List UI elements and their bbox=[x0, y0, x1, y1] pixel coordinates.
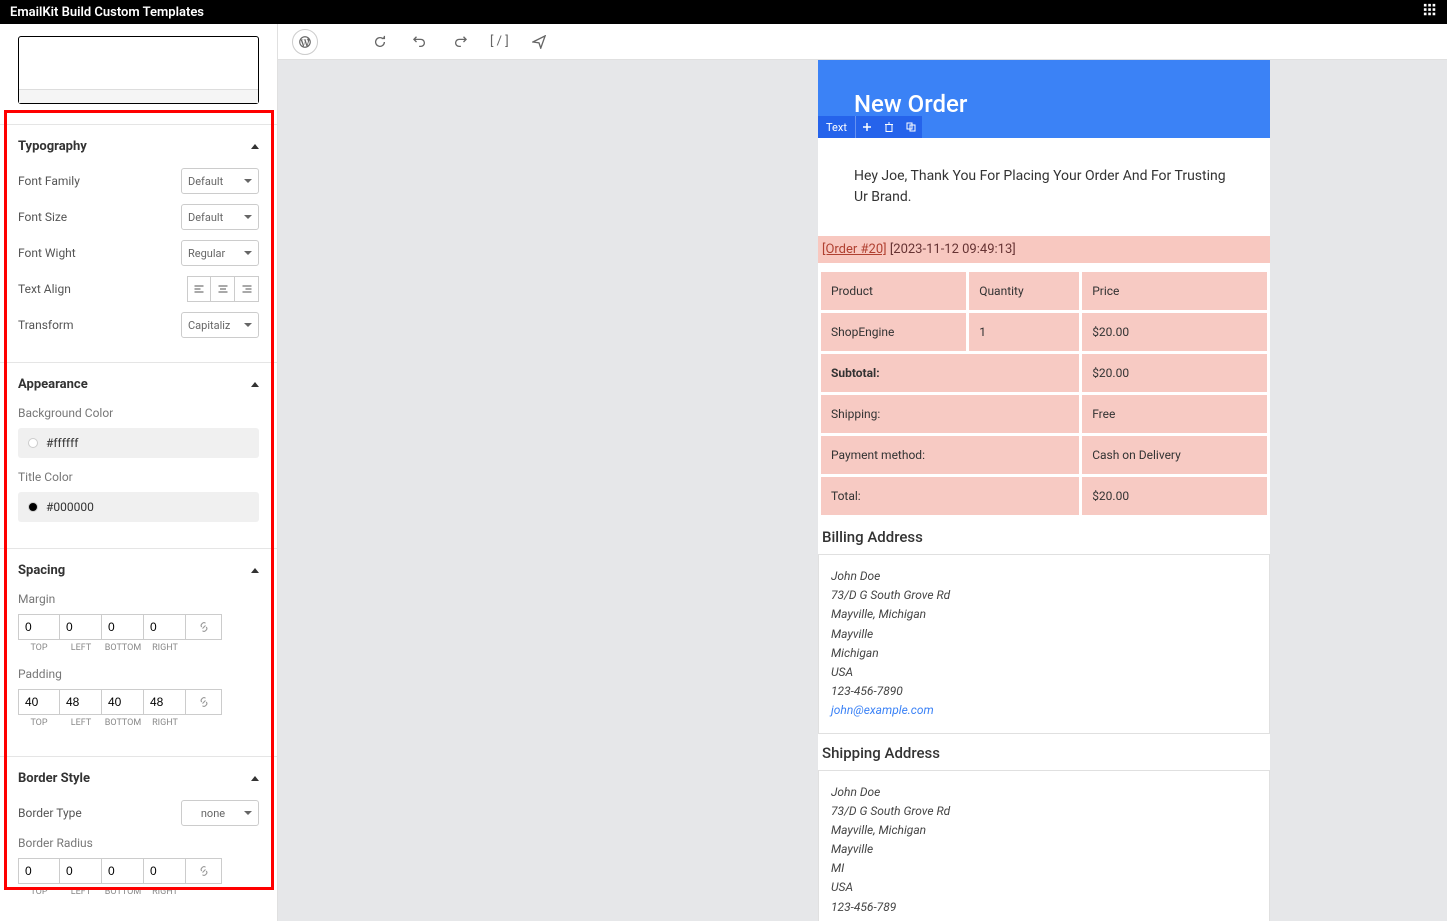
chevron-up-icon bbox=[251, 568, 259, 573]
padding-right-input[interactable] bbox=[144, 689, 186, 715]
radius-right-input[interactable] bbox=[144, 858, 186, 884]
margin-right-input[interactable] bbox=[144, 614, 186, 640]
border-section-header[interactable]: Border Style bbox=[0, 757, 277, 800]
shipping-address-title: Shipping Address bbox=[818, 734, 1270, 770]
order-items-table: Product Quantity Price ShopEngine 1 $20.… bbox=[818, 269, 1270, 518]
order-meta-row: [Order #20] [2023-11-12 09:49:13] bbox=[818, 236, 1270, 263]
font-weight-dropdown[interactable]: Regular bbox=[181, 240, 259, 266]
radius-bottom-input[interactable] bbox=[102, 858, 144, 884]
apps-grid-icon[interactable] bbox=[1423, 3, 1437, 21]
send-button[interactable] bbox=[529, 32, 549, 52]
col-product: Product bbox=[821, 272, 966, 310]
align-left-button[interactable] bbox=[187, 276, 211, 302]
font-size-label: Font Size bbox=[18, 210, 67, 224]
shortcode-button[interactable]: [ / ] bbox=[490, 32, 509, 52]
font-size-dropdown[interactable]: Default bbox=[181, 204, 259, 230]
col-quantity: Quantity bbox=[969, 272, 1079, 310]
refresh-button[interactable] bbox=[370, 32, 390, 52]
align-right-button[interactable] bbox=[235, 276, 259, 302]
margin-bottom-input[interactable] bbox=[102, 614, 144, 640]
typography-section-header[interactable]: Typography bbox=[0, 125, 277, 168]
email-header-block[interactable]: New Order Text bbox=[818, 60, 1270, 138]
radius-top-input[interactable] bbox=[18, 858, 60, 884]
font-family-label: Font Family bbox=[18, 174, 80, 188]
color-swatch-icon bbox=[28, 502, 38, 512]
title-color-label: Title Color bbox=[18, 470, 259, 484]
order-number-link[interactable]: [Order #20] bbox=[822, 242, 887, 257]
preview-tabs-box[interactable] bbox=[18, 36, 259, 104]
table-row: Total:$20.00 bbox=[821, 477, 1267, 515]
align-center-button[interactable] bbox=[211, 276, 235, 302]
delete-element-button[interactable] bbox=[878, 116, 900, 138]
radius-left-input[interactable] bbox=[60, 858, 102, 884]
table-row: Payment method:Cash on Delivery bbox=[821, 436, 1267, 474]
email-header-title: New Order bbox=[854, 90, 1234, 118]
table-row: ShopEngine 1 $20.00 bbox=[821, 313, 1267, 351]
add-element-button[interactable] bbox=[856, 116, 878, 138]
transform-label: Transform bbox=[18, 318, 74, 332]
spacing-section-header[interactable]: Spacing bbox=[0, 549, 277, 592]
element-toolbar: Text bbox=[818, 116, 922, 138]
padding-left-input[interactable] bbox=[60, 689, 102, 715]
border-type-label: Border Type bbox=[18, 806, 82, 820]
font-family-dropdown[interactable]: Default bbox=[181, 168, 259, 194]
title-color-input[interactable]: #000000 bbox=[18, 492, 259, 522]
color-swatch-icon bbox=[28, 438, 38, 448]
margin-label: Margin bbox=[18, 592, 259, 606]
greeting-text[interactable]: Hey Joe, Thank You For Placing Your Orde… bbox=[818, 138, 1270, 236]
chevron-up-icon bbox=[251, 776, 259, 781]
element-type-label: Text bbox=[818, 116, 856, 138]
margin-top-input[interactable] bbox=[18, 614, 60, 640]
margin-link-button[interactable] bbox=[186, 614, 222, 640]
padding-bottom-input[interactable] bbox=[102, 689, 144, 715]
wordpress-icon[interactable] bbox=[292, 29, 318, 55]
border-type-dropdown[interactable]: none bbox=[181, 800, 259, 826]
border-radius-label: Border Radius bbox=[18, 836, 259, 850]
redo-button[interactable] bbox=[450, 32, 470, 52]
appearance-section-header[interactable]: Appearance bbox=[0, 363, 277, 406]
email-preview: New Order Text Hey Joe, Thank You For Pl… bbox=[818, 60, 1270, 921]
col-price: Price bbox=[1082, 272, 1267, 310]
app-title-bar: EmailKit Build Custom Templates bbox=[0, 0, 1447, 24]
billing-address-title: Billing Address bbox=[818, 518, 1270, 554]
app-title: EmailKit Build Custom Templates bbox=[10, 5, 204, 20]
table-row: Shipping:Free bbox=[821, 395, 1267, 433]
radius-link-button[interactable] bbox=[186, 858, 222, 884]
padding-link-button[interactable] bbox=[186, 689, 222, 715]
sidebar-panel: Typography Font Family Default Font Size… bbox=[0, 24, 278, 921]
bg-color-input[interactable]: #ffffff bbox=[18, 428, 259, 458]
bg-color-label: Background Color bbox=[18, 406, 259, 420]
duplicate-element-button[interactable] bbox=[900, 116, 922, 138]
margin-left-input[interactable] bbox=[60, 614, 102, 640]
billing-address-box: John Doe 73/D G South Grove Rd Mayville,… bbox=[818, 554, 1270, 734]
editor-toolbar: [ / ] bbox=[278, 24, 1447, 60]
transform-dropdown[interactable]: Capitaliz bbox=[181, 312, 259, 338]
padding-top-input[interactable] bbox=[18, 689, 60, 715]
padding-label: Padding bbox=[18, 667, 259, 681]
undo-button[interactable] bbox=[410, 32, 430, 52]
billing-email-link[interactable]: john@example.com bbox=[831, 703, 934, 717]
table-row: Subtotal:$20.00 bbox=[821, 354, 1267, 392]
chevron-up-icon bbox=[251, 144, 259, 149]
font-weight-label: Font Wight bbox=[18, 246, 76, 260]
chevron-up-icon bbox=[251, 382, 259, 387]
shipping-address-box: John Doe 73/D G South Grove Rd Mayville,… bbox=[818, 770, 1270, 921]
text-align-label: Text Align bbox=[18, 282, 71, 296]
